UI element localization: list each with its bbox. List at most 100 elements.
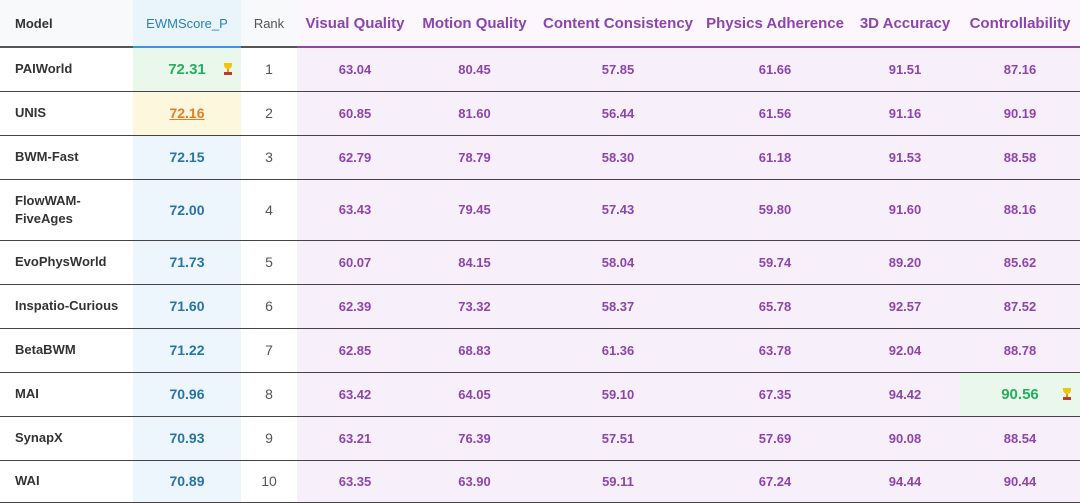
table-body: PAIWorld 72.31 1 63.04 80.45 57.85 61.66… bbox=[0, 47, 1080, 503]
table-row: SynapX 70.93 9 63.21 76.39 57.51 57.69 9… bbox=[0, 416, 1080, 461]
model-name: Inspatio-Curious bbox=[0, 284, 133, 329]
table-row: BetaBWM 71.22 7 62.85 68.83 61.36 63.78 … bbox=[0, 328, 1080, 373]
ewmscore-cell-best: 72.31 bbox=[133, 47, 241, 92]
content-consistency-cell: 58.30 bbox=[536, 135, 700, 180]
motion-quality-cell: 84.15 bbox=[413, 240, 536, 285]
header-model[interactable]: Model bbox=[0, 0, 133, 48]
controllability-cell-best: 90.56 bbox=[960, 372, 1080, 417]
table-row: WAI 70.89 10 63.35 63.90 59.11 67.24 94.… bbox=[0, 460, 1080, 503]
header-controllability[interactable]: Controllability bbox=[960, 0, 1080, 48]
motion-quality-cell: 79.45 bbox=[413, 179, 536, 241]
ewmscore-cell: 71.73 bbox=[133, 240, 241, 285]
controllability-cell: 88.16 bbox=[960, 179, 1080, 241]
3d-accuracy-cell: 92.57 bbox=[850, 284, 960, 329]
table-row: BWM-Fast 72.15 3 62.79 78.79 58.30 61.18… bbox=[0, 135, 1080, 180]
ewmscore-cell: 71.22 bbox=[133, 328, 241, 373]
rank-cell: 1 bbox=[241, 47, 297, 92]
header-motion-quality[interactable]: Motion Quality bbox=[413, 0, 536, 48]
physics-adherence-cell: 59.80 bbox=[700, 179, 850, 241]
physics-adherence-cell: 63.78 bbox=[700, 328, 850, 373]
3d-accuracy-cell: 90.08 bbox=[850, 416, 960, 461]
physics-adherence-cell: 57.69 bbox=[700, 416, 850, 461]
rank-cell: 5 bbox=[241, 240, 297, 285]
motion-quality-cell: 73.32 bbox=[413, 284, 536, 329]
trophy-icon bbox=[223, 63, 233, 76]
content-consistency-cell: 57.43 bbox=[536, 179, 700, 241]
leaderboard-table: Model EWMScore_P Rank Visual Quality Mot… bbox=[0, 0, 1080, 503]
visual-quality-cell: 63.42 bbox=[297, 372, 413, 417]
rank-cell: 6 bbox=[241, 284, 297, 329]
physics-adherence-cell: 59.74 bbox=[700, 240, 850, 285]
3d-accuracy-cell: 91.60 bbox=[850, 179, 960, 241]
visual-quality-cell: 62.85 bbox=[297, 328, 413, 373]
controllability-cell: 87.16 bbox=[960, 47, 1080, 92]
content-consistency-cell: 59.10 bbox=[536, 372, 700, 417]
ewmscore-cell: 70.93 bbox=[133, 416, 241, 461]
header-3d-accuracy[interactable]: 3D Accuracy bbox=[850, 0, 960, 48]
physics-adherence-cell: 61.66 bbox=[700, 47, 850, 92]
content-consistency-cell: 58.37 bbox=[536, 284, 700, 329]
content-consistency-cell: 57.51 bbox=[536, 416, 700, 461]
controllability-cell: 88.54 bbox=[960, 416, 1080, 461]
visual-quality-cell: 60.85 bbox=[297, 91, 413, 136]
ewmscore-cell: 70.96 bbox=[133, 372, 241, 417]
rank-cell: 7 bbox=[241, 328, 297, 373]
motion-quality-cell: 76.39 bbox=[413, 416, 536, 461]
table-row: EvoPhysWorld 71.73 5 60.07 84.15 58.04 5… bbox=[0, 240, 1080, 285]
ewmscore-cell-second: 72.16 bbox=[133, 91, 241, 136]
ewmscore-cell: 71.60 bbox=[133, 284, 241, 329]
motion-quality-cell: 63.90 bbox=[413, 460, 536, 503]
model-name: SynapX bbox=[0, 416, 133, 461]
rank-cell: 2 bbox=[241, 91, 297, 136]
content-consistency-cell: 59.11 bbox=[536, 460, 700, 503]
motion-quality-cell: 78.79 bbox=[413, 135, 536, 180]
header-visual-quality[interactable]: Visual Quality bbox=[297, 0, 413, 48]
model-name: BWM-Fast bbox=[0, 135, 133, 180]
physics-adherence-cell: 67.35 bbox=[700, 372, 850, 417]
model-name: UNIS bbox=[0, 91, 133, 136]
table-header: Model EWMScore_P Rank Visual Quality Mot… bbox=[0, 0, 1080, 48]
ewmscore-cell: 70.89 bbox=[133, 460, 241, 503]
3d-accuracy-cell: 94.42 bbox=[850, 372, 960, 417]
controllability-cell: 85.62 bbox=[960, 240, 1080, 285]
controllability-cell: 88.78 bbox=[960, 328, 1080, 373]
rank-cell: 3 bbox=[241, 135, 297, 180]
controllability-cell: 88.58 bbox=[960, 135, 1080, 180]
physics-adherence-cell: 65.78 bbox=[700, 284, 850, 329]
controllability-cell: 90.44 bbox=[960, 460, 1080, 503]
rank-cell: 9 bbox=[241, 416, 297, 461]
visual-quality-cell: 63.35 bbox=[297, 460, 413, 503]
rank-cell: 4 bbox=[241, 179, 297, 241]
visual-quality-cell: 62.39 bbox=[297, 284, 413, 329]
motion-quality-cell: 81.60 bbox=[413, 91, 536, 136]
motion-quality-cell: 64.05 bbox=[413, 372, 536, 417]
ewmscore-cell: 72.15 bbox=[133, 135, 241, 180]
header-physics-adherence[interactable]: Physics Adherence bbox=[700, 0, 850, 48]
model-name: WAI bbox=[0, 460, 133, 503]
model-name: PAIWorld bbox=[0, 47, 133, 92]
3d-accuracy-cell: 91.16 bbox=[850, 91, 960, 136]
visual-quality-cell: 63.21 bbox=[297, 416, 413, 461]
header-rank[interactable]: Rank bbox=[241, 0, 297, 48]
table-row: MAI 70.96 8 63.42 64.05 59.10 67.35 94.4… bbox=[0, 372, 1080, 417]
motion-quality-cell: 68.83 bbox=[413, 328, 536, 373]
3d-accuracy-cell: 91.51 bbox=[850, 47, 960, 92]
3d-accuracy-cell: 91.53 bbox=[850, 135, 960, 180]
3d-accuracy-cell: 94.44 bbox=[850, 460, 960, 503]
rank-cell: 10 bbox=[241, 460, 297, 503]
ewmscore-cell: 72.00 bbox=[133, 179, 241, 241]
controllability-value: 90.56 bbox=[1001, 385, 1039, 403]
motion-quality-cell: 80.45 bbox=[413, 47, 536, 92]
3d-accuracy-cell: 92.04 bbox=[850, 328, 960, 373]
ewmscore-value: 72.31 bbox=[168, 60, 206, 78]
physics-adherence-cell: 61.18 bbox=[700, 135, 850, 180]
physics-adherence-cell: 61.56 bbox=[700, 91, 850, 136]
visual-quality-cell: 62.79 bbox=[297, 135, 413, 180]
header-ewmscore[interactable]: EWMScore_P bbox=[133, 0, 241, 48]
header-content-consistency[interactable]: Content Consistency bbox=[536, 0, 700, 48]
model-name: FlowWAM-FiveAges bbox=[0, 179, 133, 241]
visual-quality-cell: 63.04 bbox=[297, 47, 413, 92]
model-name: BetaBWM bbox=[0, 328, 133, 373]
physics-adherence-cell: 67.24 bbox=[700, 460, 850, 503]
rank-cell: 8 bbox=[241, 372, 297, 417]
